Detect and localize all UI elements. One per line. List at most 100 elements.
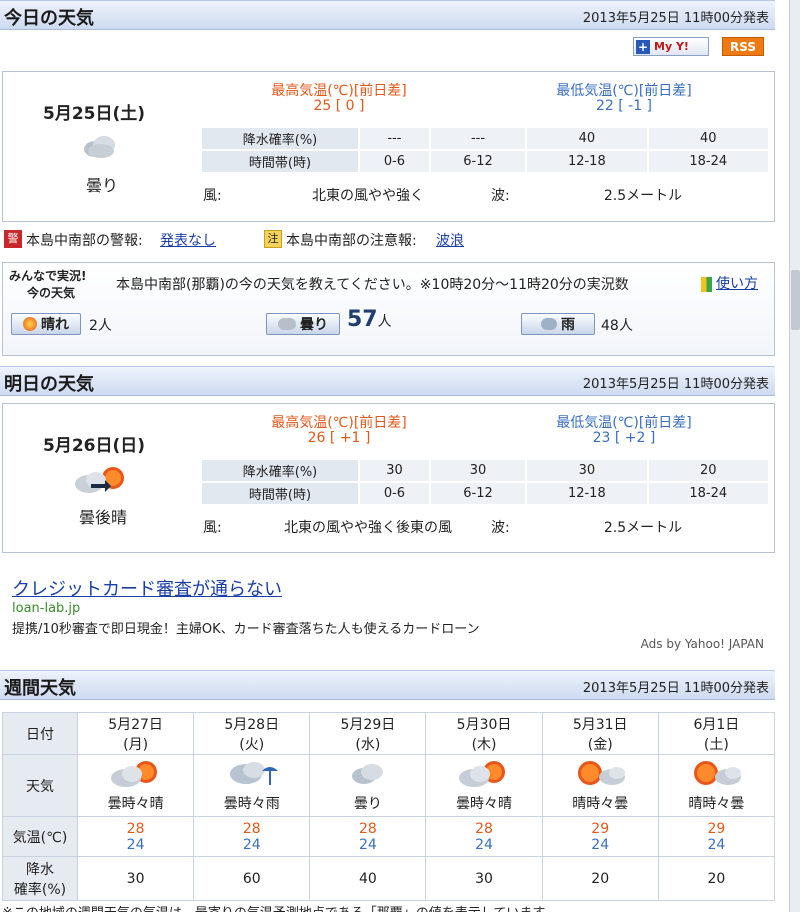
weekly-precip: 60 — [193, 856, 311, 901]
ad-description: 提携/10秒審査で即日現金！主婦OK、カード審査落ちた人も使えるカードローン — [12, 622, 480, 637]
weekly-weather-row: 天気 曇時々晴 曇時々雨 曇り 曇時々晴 晴時々曇 晴時々曇 — [2, 754, 776, 817]
ad-domain[interactable]: loan-lab.jp — [12, 601, 80, 616]
weekly-weather-text: 晴時々曇 — [688, 795, 745, 812]
sun-icon — [23, 317, 37, 331]
wind-text: 北東の風やや強く後東の風 — [284, 520, 452, 536]
ad-title-link[interactable]: クレジットカード審査が通らない — [12, 575, 282, 601]
weekly-day-date: 5月28日 (火) — [193, 712, 311, 755]
precip-label: 降水確率(%) — [200, 126, 360, 151]
cloud-icon — [351, 763, 383, 784]
weekly-weather-text: 曇時々雨 — [223, 795, 280, 812]
today-max-header: 最高気温(℃)[前日差] — [271, 83, 407, 99]
scrollbar-thumb[interactable] — [791, 270, 800, 330]
today-date: 2013年5月25日 11時00分発表 — [582, 11, 769, 26]
weekly-table: 日付 5月27日 (月) 5月28日 (火) 5月29日 (水) 5月30日 (木) 5… — [2, 712, 776, 901]
high-temp: 28 — [475, 820, 493, 837]
precip-row: 降水確率(%) --- --- 40 40 — [200, 126, 771, 151]
time-row: 時間帯(時) 0-6 6-12 12-18 18-24 — [200, 149, 771, 174]
high-temp: 29 — [591, 820, 610, 837]
low-temp: 24 — [358, 836, 377, 853]
time-cell: 6-12 — [428, 481, 528, 506]
time-label: 時間帯(時) — [200, 481, 360, 506]
weekly-precip: 20 — [541, 856, 659, 901]
time-label: 時間帯(時) — [200, 149, 360, 174]
usage-link[interactable]: 使い方 — [716, 276, 758, 292]
tomorrow-min-value: 23 [ +2 ] — [592, 430, 656, 446]
wind-label: 風: — [203, 520, 222, 536]
ad-credit[interactable]: Ads by Yahoo! JAPAN — [641, 637, 764, 651]
weekly-date-row: 日付 5月27日 (月) 5月28日 (火) 5月29日 (水) 5月30日 (木) 5… — [2, 712, 776, 755]
weekly-weather-text: 晴時々曇 — [572, 795, 629, 812]
high-temp: 28 — [242, 820, 261, 837]
low-temp: 24 — [707, 836, 726, 853]
tomorrow-min-header: 最低気温(℃)[前日差] — [556, 415, 692, 431]
low-temp: 24 — [242, 836, 261, 853]
today-max-value: 25 [ 0 ] — [313, 98, 365, 114]
time-cell: 12-18 — [525, 149, 649, 174]
rain-vote-button[interactable]: 雨 — [521, 313, 595, 335]
weekly-day-date: 5月27日 (月) — [76, 712, 195, 755]
weekly-precip: 20 — [657, 856, 776, 901]
my-yahoo-button[interactable]: + My Y! — [633, 37, 709, 56]
precip-cell: 30 — [358, 458, 431, 483]
weather-row-label: 天気 — [2, 754, 78, 817]
precip-cell: --- — [358, 126, 431, 151]
rss-button[interactable]: RSS — [722, 37, 764, 56]
date-row-label: 日付 — [2, 712, 78, 755]
time-cell: 12-18 — [525, 481, 649, 506]
warning-icon: 警 — [4, 230, 22, 248]
weekly-precip: 30 — [425, 856, 543, 901]
usage-link-wrap[interactable]: 使い方 — [701, 273, 758, 293]
wave-label: 波: — [491, 520, 510, 536]
low-temp: 24 — [591, 836, 610, 853]
weekly-weather-text: 曇り — [353, 795, 382, 812]
weekly-weather-text: 曇時々晴 — [456, 795, 513, 812]
today-min-header: 最低気温(℃)[前日差] — [556, 83, 692, 99]
low-temp: 24 — [126, 836, 145, 853]
rain-count: 48人 — [601, 318, 633, 334]
cloudy-vote-button[interactable]: 曇り — [266, 313, 340, 335]
time-cell: 6-12 — [428, 149, 528, 174]
footer-note: ※この地域の週間天気の気温は、最寄りの気温予測地点である「那覇」の値を表示してい… — [2, 902, 557, 912]
today-day-label: 5月25日(土) — [43, 104, 146, 124]
today-weather: 曇り — [85, 176, 118, 195]
time-cell: 18-24 — [646, 481, 771, 506]
rain-icon — [541, 318, 557, 330]
wind-text: 北東の風やや強く — [312, 188, 424, 204]
low-temp: 24 — [475, 836, 493, 853]
cloudy-count: 57人 — [347, 307, 392, 332]
plus-icon: + — [636, 39, 650, 54]
today-min-value: 22 [ -1 ] — [595, 98, 653, 114]
high-temp: 28 — [358, 820, 377, 837]
precip-label: 降水確率(%) — [200, 458, 360, 483]
tomorrow-max-value: 26 [ +1 ] — [307, 430, 371, 446]
warning-link[interactable]: 発表なし — [160, 230, 216, 250]
weekly-day-date: 5月30日 (木) — [425, 712, 543, 755]
weekly-day-date: 5月31日 (金) — [541, 712, 659, 755]
weekly-weather-text: 曇時々晴 — [107, 795, 164, 812]
window-scrollbar[interactable] — [789, 0, 800, 912]
time-cell: 18-24 — [646, 149, 771, 174]
weekly-precip: 30 — [76, 856, 195, 901]
advisory-link[interactable]: 波浪 — [436, 230, 464, 250]
weekly-date: 2013年5月25日 11時00分発表 — [582, 681, 769, 696]
precip-cell: 40 — [525, 126, 649, 151]
weekly-temp-row: 気温(℃) 28 24 28 24 28 24 28 24 29 24 29 24 — [2, 816, 776, 857]
wave-text: 2.5メートル — [603, 520, 683, 536]
precip-row: 降水確率(%) 30 30 30 20 — [200, 458, 771, 483]
sunny-vote-button[interactable]: 晴れ — [11, 313, 81, 335]
time-cell: 0-6 — [358, 481, 431, 506]
precip-cell: 30 — [428, 458, 528, 483]
sun-cloud-icon — [578, 760, 626, 785]
precip-cell: --- — [428, 126, 528, 151]
tomorrow-weather: 曇後晴 — [78, 508, 127, 527]
tomorrow-day-label: 5月26日(日) — [43, 436, 146, 456]
tomorrow-max-header: 最高気温(℃)[前日差] — [271, 415, 407, 431]
tomorrow-date: 2013年5月25日 11時00分発表 — [582, 377, 769, 392]
cloud-rain-icon — [229, 761, 278, 785]
today-title: 今日の天気 — [4, 8, 94, 29]
weekly-day-date: 6月1日 (土) — [657, 712, 776, 755]
warning-text: 本島中南部の警報: — [26, 233, 143, 249]
advisory-icon: 注 — [264, 230, 282, 248]
weekly-precip-row: 降水 確率(%) 30 60 40 30 20 20 — [2, 856, 776, 901]
